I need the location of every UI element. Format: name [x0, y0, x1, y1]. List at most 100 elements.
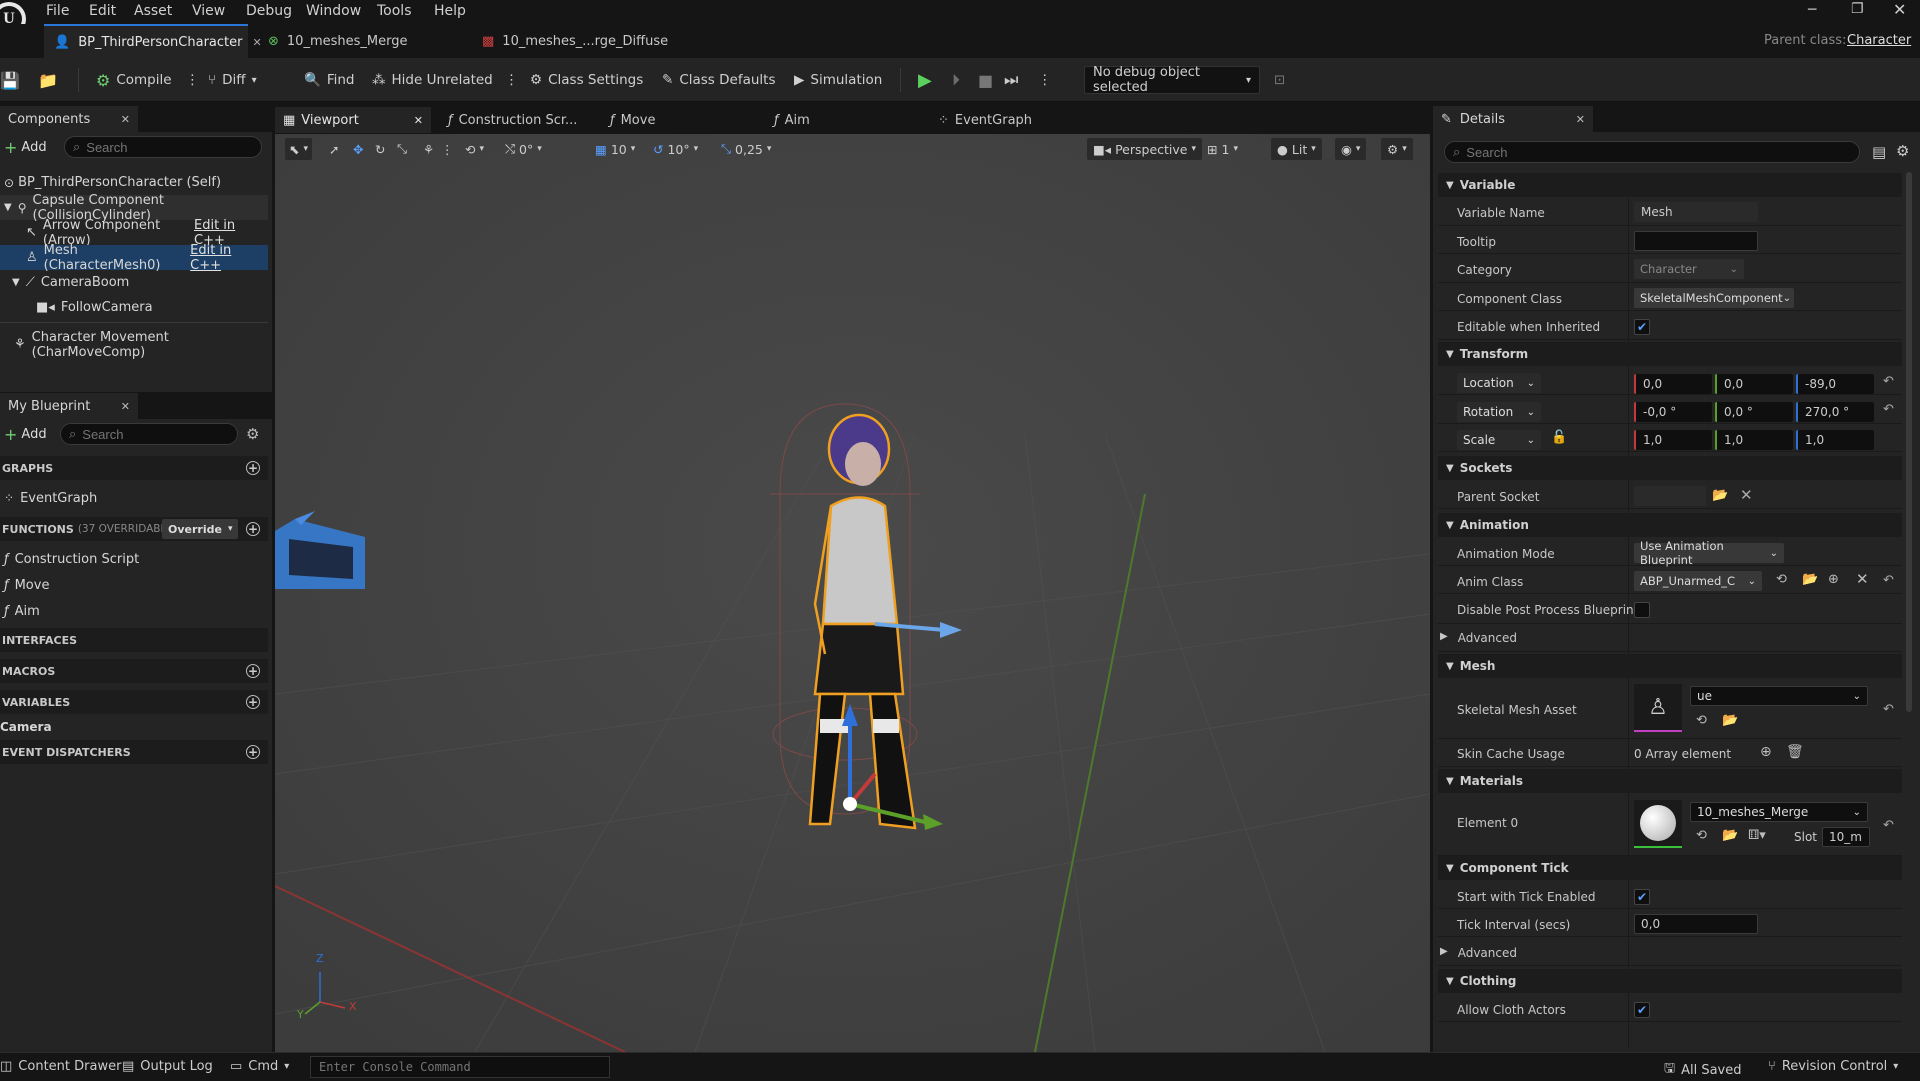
browse-asset-icon[interactable]: 📂: [1722, 828, 1738, 843]
restore-icon[interactable]: ❐: [1851, 1, 1864, 17]
coordinate-space-icon[interactable]: ⚘: [423, 138, 434, 160]
location-dropdown[interactable]: Location ⌄: [1457, 373, 1541, 393]
stop-button[interactable]: ■: [978, 66, 993, 94]
class-settings-button[interactable]: ⚙ Class Settings: [530, 66, 643, 94]
browse-socket-icon[interactable]: 📂: [1712, 488, 1728, 503]
tree-item-followcamera[interactable]: ■◂ FollowCamera: [0, 295, 268, 320]
3d-viewport[interactable]: Z X Y ⬉ ▾ ➚ ✥ ↻ ⤡ ⚘ ⋮ ⟲ ▾ ⤭ 0° ▾ ▦ 10 ▾ ↺ 10° ▾ …: [275, 134, 1430, 1052]
clear-socket-icon[interactable]: ✕: [1740, 486, 1753, 504]
add-blueprint-item-button[interactable]: + Add: [0, 423, 51, 445]
add-element-icon[interactable]: ⊕: [1760, 744, 1772, 760]
revision-control-button[interactable]: ⑂ Revision Control ▾: [1768, 1059, 1898, 1074]
more-icon[interactable]: ⋮: [186, 72, 200, 88]
location-y-field[interactable]: 0,0: [1715, 374, 1793, 394]
item-eventgraph[interactable]: ⁘ EventGraph: [4, 486, 97, 510]
select-tool-icon[interactable]: ➚: [329, 138, 339, 160]
menu-window[interactable]: Window: [306, 3, 361, 19]
item-move[interactable]: ƒ Move: [4, 573, 49, 597]
material-thumbnail[interactable]: [1634, 800, 1682, 848]
surface-snap-dropdown[interactable]: ⟲ ▾: [465, 138, 484, 160]
diff-button[interactable]: ⑂ Diff ▾: [208, 66, 257, 94]
section-materials[interactable]: ▼ Materials: [1438, 769, 1902, 793]
browse-icon[interactable]: 📁: [38, 66, 58, 94]
section-functions[interactable]: FUNCTIONS (37 OVERRIDABLE) Override ▾ +: [0, 517, 268, 541]
layout-dropdown[interactable]: ⊞ 1 ▾: [1207, 138, 1238, 160]
tab-components[interactable]: Components ✕: [0, 106, 138, 132]
reset-rotation-icon[interactable]: ↶: [1883, 402, 1894, 417]
reset-mesh-icon[interactable]: ↶: [1883, 702, 1894, 717]
scale-y-field[interactable]: 1,0: [1715, 430, 1793, 450]
tab-construction-script[interactable]: ƒ Construction Scr...: [440, 107, 585, 133]
tab-viewport[interactable]: ▦ Viewport ✕: [275, 107, 431, 133]
tab-my-blueprint[interactable]: My Blueprint ✕: [0, 393, 138, 419]
animation-mode-dropdown[interactable]: Use Animation Blueprint ⌄: [1634, 539, 1784, 567]
use-selected-icon[interactable]: ⟲: [1696, 713, 1707, 728]
scale-z-field[interactable]: 1,0: [1796, 430, 1874, 450]
section-variables[interactable]: VARIABLES +: [0, 690, 268, 714]
section-component-tick[interactable]: ▼ Component Tick: [1438, 856, 1902, 880]
category-dropdown[interactable]: Character ⌄: [1634, 259, 1744, 279]
console-command-input[interactable]: [319, 1060, 601, 1074]
scale-snap-button[interactable]: ⤡ 0,25 ▾: [721, 138, 771, 160]
section-variable[interactable]: ▼ Variable: [1438, 173, 1902, 197]
debug-object-select[interactable]: No debug object selected ▾: [1084, 65, 1260, 95]
anim-class-dropdown[interactable]: ABP_Unarmed_C ⌄: [1634, 571, 1762, 591]
find-button[interactable]: 🔍 Find: [304, 66, 354, 94]
rotate-tool-icon[interactable]: ↻: [375, 138, 385, 160]
content-drawer-button[interactable]: ◫ Content Drawer: [0, 1059, 121, 1074]
more-icon[interactable]: ⋮: [505, 72, 519, 88]
rotation-y-field[interactable]: 0,0 °: [1715, 402, 1793, 422]
compile-button[interactable]: ⚙ Compile ⋮: [96, 66, 199, 94]
menu-asset[interactable]: Asset: [134, 3, 172, 19]
menu-edit[interactable]: Edit: [89, 3, 116, 19]
use-selected-icon[interactable]: ⟲: [1776, 572, 1787, 587]
section-animation[interactable]: ▼ Animation: [1438, 513, 1902, 537]
section-macros[interactable]: MACROS +: [0, 659, 268, 683]
select-mode-dropdown[interactable]: ⬉ ▾: [285, 138, 313, 160]
eject-button[interactable]: ⏭: [1004, 66, 1018, 94]
translate-tool-icon[interactable]: ✥: [353, 138, 363, 160]
angle-snap-button[interactable]: ↺ 10° ▾: [653, 138, 698, 160]
lock-icon[interactable]: 🔓: [1551, 430, 1567, 445]
minimize-icon[interactable]: ─: [1808, 2, 1816, 18]
advance-frame-button[interactable]: ⏵: [952, 66, 960, 94]
browse-asset-icon[interactable]: 📂: [1722, 713, 1738, 728]
property-matrix-icon[interactable]: ▤: [1872, 143, 1886, 161]
close-panel-icon[interactable]: ✕: [121, 113, 130, 126]
section-clothing[interactable]: ▼ Clothing: [1438, 969, 1902, 993]
reset-material-icon[interactable]: ↶: [1883, 818, 1894, 833]
advanced-expander[interactable]: ▶ Advanced: [1440, 631, 1517, 645]
blueprint-search-input[interactable]: [82, 426, 229, 442]
reset-location-icon[interactable]: ↶: [1883, 374, 1894, 389]
cmd-dropdown[interactable]: ▭ Cmd ▾: [230, 1059, 289, 1074]
all-saved-button[interactable]: 🖫 All Saved: [1664, 1059, 1742, 1081]
simulation-button[interactable]: ▶ Simulation: [794, 66, 882, 94]
save-icon[interactable]: 💾: [0, 66, 20, 94]
more-icon[interactable]: ⋮: [441, 138, 454, 160]
details-settings-icon[interactable]: ⚙: [1896, 142, 1909, 160]
override-dropdown[interactable]: Override ▾: [162, 519, 239, 539]
close-panel-icon[interactable]: ✕: [121, 400, 130, 413]
grid-snap-button[interactable]: ▦ 10 ▾: [595, 138, 635, 160]
tab-move[interactable]: ƒ Move: [602, 107, 663, 133]
tick-interval-field[interactable]: 0,0: [1634, 914, 1758, 934]
output-log-button[interactable]: ▤ Output Log: [122, 1059, 213, 1074]
menu-tools[interactable]: Tools: [377, 3, 412, 19]
add-dispatcher-icon[interactable]: +: [246, 745, 260, 759]
class-defaults-button[interactable]: ✎ Class Defaults: [662, 66, 775, 94]
tab-10-meshes-merge[interactable]: ⊗ 10_meshes_Merge: [258, 24, 417, 58]
skeletal-mesh-thumbnail[interactable]: ♙: [1634, 684, 1682, 732]
use-selected-icon[interactable]: ⟲: [1696, 828, 1707, 843]
section-transform[interactable]: ▼ Transform: [1438, 342, 1902, 366]
section-event-dispatchers[interactable]: EVENT DISPATCHERS +: [0, 740, 268, 764]
item-aim[interactable]: ƒ Aim: [4, 599, 40, 623]
scale-tool-icon[interactable]: ⤡: [397, 138, 407, 160]
play-button[interactable]: ▶: [918, 66, 932, 94]
hide-unrelated-button[interactable]: ⁂ Hide Unrelated ⋮: [372, 66, 518, 94]
parent-socket-field[interactable]: [1634, 486, 1706, 506]
tree-item-arrow[interactable]: ↖ Arrow Component (Arrow) Edit in C++: [0, 218, 268, 248]
tree-item-mesh[interactable]: ♙ Mesh (CharacterMesh0) Edit in C++: [0, 243, 268, 273]
tab-bp-thirdpersoncharacter[interactable]: 👤 BP_ThirdPersonCharacter ✕: [44, 24, 262, 58]
clear-class-icon[interactable]: ✕: [1856, 570, 1869, 588]
close-panel-icon[interactable]: ✕: [1576, 113, 1585, 126]
